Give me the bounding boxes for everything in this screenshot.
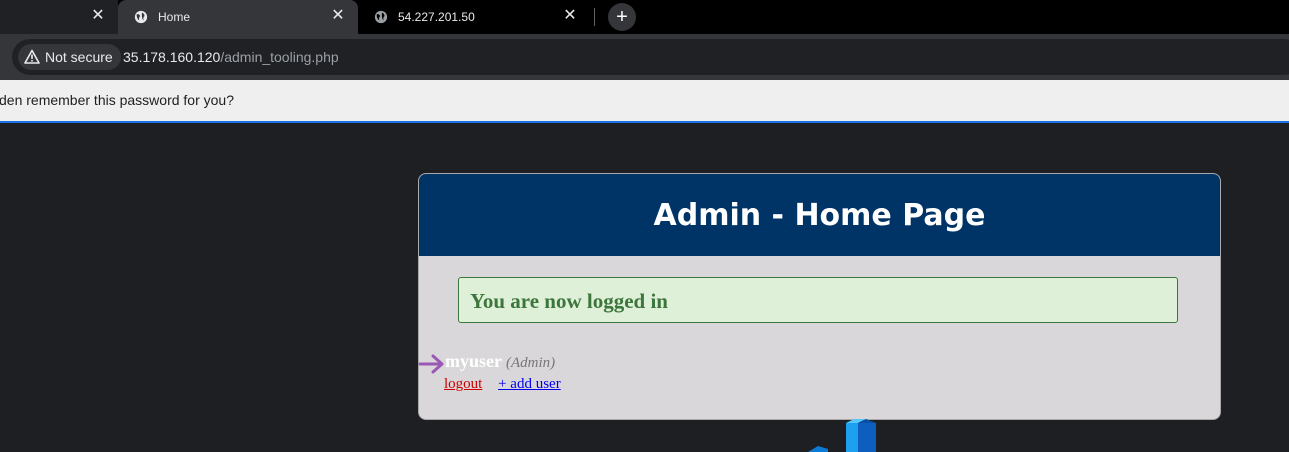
address-bar[interactable]: Not secure 35.178.160.120/admin_tooling.… [12,39,1289,75]
url-text[interactable]: 35.178.160.120/admin_tooling.php [123,48,339,66]
logout-link[interactable]: logout [444,376,482,392]
tab-separator [594,8,595,26]
browser-toolbar: Not secure 35.178.160.120/admin_tooling.… [0,34,1289,80]
password-save-bar: den remember this password for you? [0,80,1289,123]
globe-icon [374,10,388,24]
user-info: myuser (Admin) [445,351,555,372]
url-path: /admin_tooling.php [220,49,339,65]
tab-strip: ✕ Home ✕ 54.227.201.50 ✕ + [0,0,1289,34]
warning-triangle-icon [24,49,40,64]
tab-close-icon[interactable]: ✕ [330,8,346,24]
login-notice: You are now logged in [458,277,1178,323]
url-host: 35.178.160.120 [123,49,221,65]
tab-close-icon[interactable]: ✕ [562,8,578,24]
user-actions: logout + add user [444,376,561,393]
security-chip[interactable]: Not secure [18,44,121,70]
page-content: Admin - Home Page You are now logged in … [0,123,1289,452]
tab-title: 54.227.201.50 [398,10,475,24]
security-label: Not secure [45,49,113,65]
add-user-link[interactable]: + add user [498,376,561,392]
new-tab-button[interactable]: + [608,3,636,31]
user-role: (Admin) [506,355,556,371]
globe-icon [134,10,148,24]
tab-title: Home [158,10,191,24]
username: myuser [445,351,502,371]
arrow-right-icon [418,354,444,374]
tab-ip[interactable]: 54.227.201.50 ✕ [358,0,590,34]
password-bar-text: den remember this password for you? [0,92,234,108]
tab-previous[interactable]: ✕ [0,0,118,34]
page-title: Admin - Home Page [419,174,1220,256]
tab-home[interactable]: Home ✕ [118,0,358,34]
admin-card: Admin - Home Page You are now logged in … [418,173,1221,420]
brand-logo-icon [808,419,876,452]
tab-close-icon[interactable]: ✕ [90,8,106,24]
